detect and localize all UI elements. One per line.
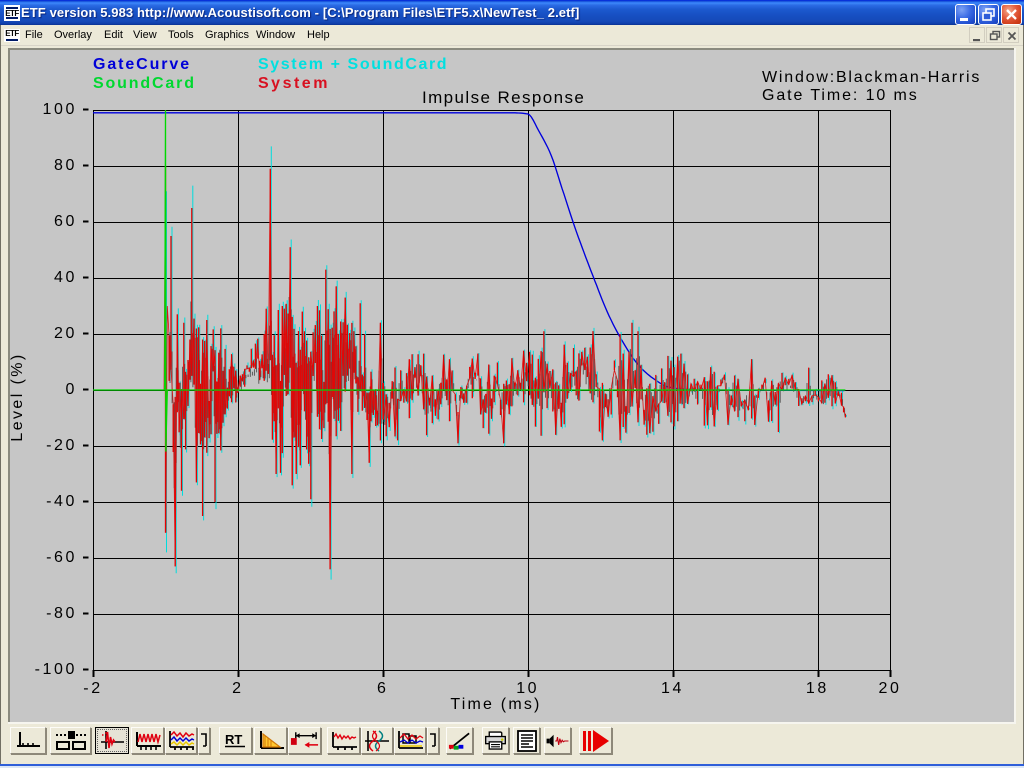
svg-text:RT: RT: [225, 732, 242, 747]
